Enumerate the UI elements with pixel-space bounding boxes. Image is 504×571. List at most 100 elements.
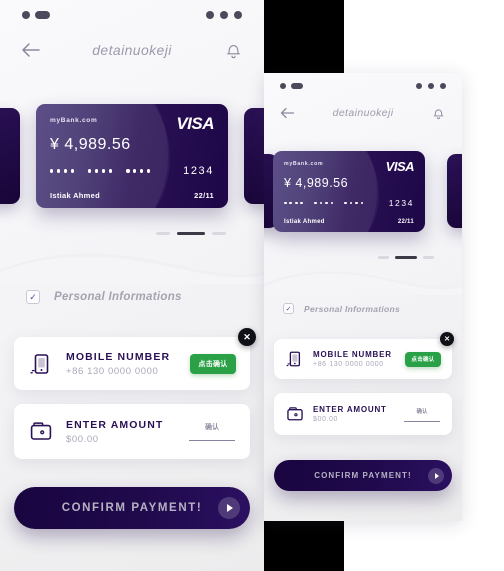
- card-digit-group: [50, 169, 75, 173]
- card-expiry: 22/11: [397, 219, 414, 225]
- pager-dot-active[interactable]: [177, 232, 205, 235]
- carousel-pager[interactable]: [156, 232, 226, 235]
- card-digit-group: [88, 169, 113, 173]
- amount-input-underline: [404, 420, 440, 422]
- enter-amount-card[interactable]: ENTER AMOUNT $00.00 确认: [14, 404, 250, 459]
- mobile-confirm-button[interactable]: 点击确认: [405, 351, 441, 367]
- menu-dot-icon: [416, 82, 422, 89]
- screenshot-canvas: detainuokeji myBank.com VISA ¥ 4,989.56: [0, 0, 504, 571]
- app-header-small: detainuokeji: [264, 102, 462, 124]
- notification-button-small[interactable]: [430, 105, 447, 122]
- card-carousel[interactable]: myBank.com VISA ¥ 4,989.56 1234 Istiak A…: [0, 104, 264, 210]
- status-bar-small: [264, 80, 462, 91]
- bell-icon: [433, 108, 444, 119]
- status-bar-right-small[interactable]: [416, 82, 446, 89]
- personal-informations-label: Personal Informations: [54, 291, 182, 303]
- menu-dot-icon: [440, 82, 446, 89]
- battery-pill-icon: [291, 82, 303, 89]
- card-next-peek[interactable]: [447, 154, 462, 228]
- carousel-pager-small[interactable]: [378, 256, 434, 259]
- close-button[interactable]: ✕: [238, 328, 256, 346]
- wallet-icon: [285, 405, 304, 424]
- backdrop-block-bottom: [264, 521, 344, 571]
- close-button-small[interactable]: ✕: [440, 332, 454, 346]
- back-button[interactable]: [20, 39, 42, 61]
- page-title-small: detainuokeji: [332, 107, 394, 119]
- signal-dot-icon: [280, 82, 286, 89]
- confirm-payment-button-small[interactable]: CONFIRM PAYMENT!: [274, 460, 452, 491]
- app-header: detainuokeji: [0, 36, 264, 64]
- bell-icon: [226, 44, 240, 58]
- amount-confirm-link[interactable]: 确认: [188, 422, 236, 441]
- wave-divider-small: [264, 271, 462, 295]
- card-next-peek[interactable]: [244, 108, 264, 204]
- wave-divider: [0, 253, 264, 284]
- mobile-number-card-small[interactable]: MOBILE NUMBER +86 130 0000 0000 点击确认: [274, 339, 452, 379]
- card-number-row: 1234: [50, 165, 214, 177]
- card-expiry: 22/11: [194, 191, 214, 200]
- mobile-confirm-button[interactable]: 点击确认: [190, 353, 236, 374]
- mobile-number-value: +86 130 0000 0000: [66, 365, 159, 377]
- arrow-left-icon: [280, 107, 295, 119]
- card-number-row: 1234: [284, 198, 414, 208]
- pager-dot[interactable]: [156, 232, 170, 235]
- play-arrow-icon[interactable]: [218, 497, 240, 519]
- back-button-small[interactable]: [279, 105, 296, 122]
- enter-amount-text-small: ENTER AMOUNT $00.00: [313, 405, 394, 423]
- mobile-number-title: MOBILE NUMBER: [66, 350, 171, 363]
- personal-informations-row[interactable]: ✓ Personal Informations: [26, 290, 182, 304]
- card-brand-logo: VISA: [176, 114, 214, 133]
- arrow-left-icon: [22, 43, 40, 57]
- card-digit-group: [284, 201, 304, 205]
- amount-confirm-link[interactable]: 确认: [403, 407, 441, 422]
- mobile-number-text-small: MOBILE NUMBER +86 130 0000 0000: [313, 350, 396, 368]
- card-last-four: 1234: [388, 198, 414, 208]
- card-bank-name: myBank.com: [50, 117, 98, 124]
- enter-amount-value: $00.00: [66, 433, 99, 445]
- mobile-phone-icon: [28, 351, 54, 377]
- bank-card-active[interactable]: myBank.com VISA ¥ 4,989.56 1234 Istiak A…: [36, 104, 228, 208]
- personal-informations-checkbox[interactable]: ✓: [283, 303, 294, 314]
- personal-informations-checkbox[interactable]: ✓: [26, 290, 40, 304]
- menu-dot-icon: [206, 11, 214, 19]
- status-bar-left: [22, 11, 50, 19]
- amount-input-underline: [189, 440, 235, 441]
- card-brand-logo: VISA: [385, 159, 415, 174]
- menu-dot-icon: [234, 11, 242, 19]
- card-prev-peek[interactable]: [0, 108, 20, 204]
- pager-dot-active[interactable]: [395, 256, 417, 259]
- enter-amount-title: ENTER AMOUNT: [66, 418, 164, 431]
- enter-amount-value: $00.00: [313, 416, 339, 423]
- menu-dot-icon: [428, 82, 434, 89]
- mobile-number-card[interactable]: MOBILE NUMBER +86 130 0000 0000 点击确认: [14, 337, 250, 390]
- card-holder-name: Istiak Ahmed: [50, 191, 101, 200]
- enter-amount-title: ENTER AMOUNT: [313, 405, 387, 414]
- confirm-payment-button[interactable]: CONFIRM PAYMENT!: [14, 487, 250, 529]
- pager-dot[interactable]: [378, 256, 389, 259]
- card-balance: ¥ 4,989.56: [284, 176, 349, 190]
- card-masked-digits: [50, 169, 151, 173]
- pager-dot[interactable]: [212, 232, 226, 235]
- amount-confirm-label: 确认: [205, 424, 219, 431]
- amount-confirm-label: 确认: [416, 408, 428, 415]
- status-bar-right[interactable]: [206, 11, 242, 19]
- battery-pill-icon: [35, 11, 50, 19]
- confirm-payment-label: CONFIRM PAYMENT!: [61, 502, 203, 514]
- pager-dot[interactable]: [423, 256, 434, 259]
- phone-screen-small: detainuokeji myBank.com VISA ¥ 4,989.56: [264, 73, 462, 521]
- status-bar-left-small: [280, 82, 303, 89]
- play-arrow-icon[interactable]: [428, 467, 444, 484]
- card-digit-group: [344, 201, 364, 205]
- personal-informations-row-small[interactable]: ✓ Personal Informations: [283, 303, 400, 314]
- enter-amount-text: ENTER AMOUNT $00.00: [66, 419, 176, 445]
- mobile-number-title: MOBILE NUMBER: [313, 350, 392, 359]
- phone-screen-large: detainuokeji myBank.com VISA ¥ 4,989.56: [0, 0, 264, 571]
- personal-informations-label: Personal Informations: [304, 303, 401, 314]
- card-bank-name: myBank.com: [284, 161, 324, 167]
- card-carousel-small[interactable]: myBank.com VISA ¥ 4,989.56 1234 Istiak A…: [264, 151, 462, 233]
- notification-button[interactable]: [222, 39, 244, 61]
- bank-card-active-small[interactable]: myBank.com VISA ¥ 4,989.56 1234 Istiak A…: [273, 151, 425, 232]
- card-footer-row: Istiak Ahmed 22/11: [50, 191, 214, 200]
- page-title: detainuokeji: [92, 42, 172, 58]
- enter-amount-card-small[interactable]: ENTER AMOUNT $00.00 确认: [274, 393, 452, 435]
